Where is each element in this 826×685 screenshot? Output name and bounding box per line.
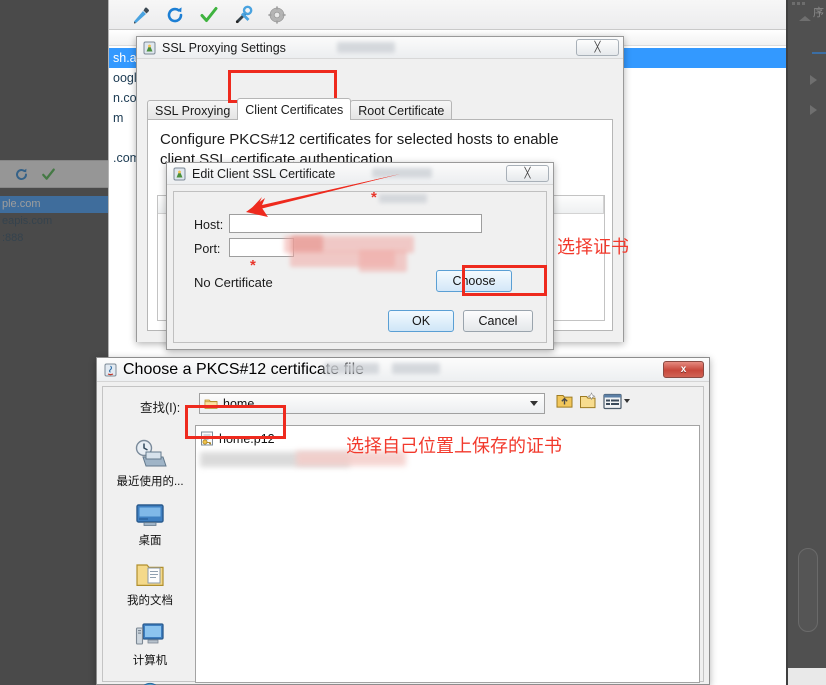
annotation-choose-saved-certificate: 选择自己位置上保存的证书 — [346, 436, 562, 457]
my-documents-icon — [136, 564, 164, 586]
ssl-dialog-title: SSL Proxying Settings — [162, 40, 286, 55]
redacted-title-text — [324, 363, 379, 374]
tab-root-certificate[interactable]: Root Certificate — [350, 100, 453, 120]
left-strip-toolbar — [0, 160, 108, 188]
sidebar-item-my-documents[interactable]: 我的文档 — [110, 562, 190, 608]
sidebar-item-computer[interactable]: 计算机 — [110, 622, 190, 668]
chevron-down-icon[interactable] — [530, 401, 538, 406]
host-field-arrow-annotation — [246, 174, 400, 217]
ssl-tabstrip: SSL Proxying Client Certificates Root Ce… — [147, 98, 453, 120]
recent-items-icon — [135, 439, 167, 467]
tab-ssl-proxying[interactable]: SSL Proxying — [147, 100, 239, 120]
up-one-level-icon[interactable] — [555, 392, 574, 410]
gear-icon[interactable] — [267, 5, 287, 25]
charles-window-icon — [173, 167, 186, 180]
checkmark-icon[interactable] — [199, 5, 219, 25]
expand-arrow-icon[interactable] — [810, 75, 817, 85]
ssl-dialog-titlebar: SSL Proxying Settings ╳ — [137, 37, 623, 59]
new-folder-icon[interactable] — [579, 392, 598, 410]
left-clipped-strip: ple.com eapis.com :888 — [0, 0, 108, 685]
sidebar-item-label: 计算机 — [132, 655, 168, 667]
required-marker-port: * — [250, 257, 256, 274]
screenshot-root: = — [0, 0, 826, 685]
sidebar-item-label: 最近使用的... — [116, 476, 184, 488]
app-toolbar — [109, 0, 789, 30]
refresh-icon — [16, 168, 27, 180]
right-dark-panel: 序 — [788, 0, 826, 685]
expand-arrow-icon[interactable] — [810, 105, 817, 115]
sidebar-item-label: 桌面 — [138, 535, 162, 547]
annotation-choose-certificate: 选择证书 — [557, 237, 629, 258]
right-panel-glyph: 序 — [813, 7, 824, 19]
sidebar-item-recent[interactable]: 最近使用的... — [110, 439, 190, 489]
java-window-icon — [104, 363, 117, 376]
look-in-label: 查找(I): — [140, 401, 181, 415]
broom-icon[interactable] — [131, 5, 151, 25]
choose-button-highlight — [462, 265, 547, 296]
redacted-pink — [359, 250, 407, 272]
list-item: :888 — [2, 232, 24, 244]
sidebar-item-label: 我的文档 — [127, 595, 173, 607]
sidebar-item-desktop[interactable]: 桌面 — [110, 503, 190, 548]
chevron-down-icon[interactable] — [624, 399, 630, 403]
right-panel-bottom-bar — [788, 668, 826, 685]
tools-icon[interactable] — [233, 5, 253, 25]
file-list[interactable]: home.p12 — [195, 425, 700, 683]
scrollbar-thumb[interactable] — [798, 548, 818, 632]
close-icon[interactable]: ╳ — [506, 165, 549, 182]
list-item: ple.com — [0, 196, 108, 213]
computer-icon — [135, 623, 164, 645]
redacted-title-text — [392, 363, 440, 374]
home-p12-highlight — [185, 405, 286, 439]
list-item: eapis.com — [2, 215, 53, 227]
close-icon[interactable]: x — [663, 361, 704, 378]
close-icon[interactable]: ╳ — [576, 39, 619, 56]
file-dialog-toolbar — [555, 392, 630, 410]
refresh-icon[interactable] — [165, 5, 185, 25]
redacted-title-text — [337, 42, 395, 53]
view-mode-icon[interactable] — [603, 393, 622, 410]
charles-window-icon — [143, 41, 156, 54]
desktop-icon — [136, 504, 164, 526]
right-panel-underline — [812, 52, 826, 54]
file-dialog-titlebar: Choose a PKCS#12 certificate file x — [97, 358, 709, 382]
scroll-up-arrow-icon[interactable] — [799, 16, 811, 21]
no-certificate-label: No Certificate — [194, 275, 273, 290]
tab-client-certificates[interactable]: Client Certificates — [237, 98, 352, 120]
left-strip-inner: ple.com eapis.com :888 — [0, 0, 108, 685]
file-dialog-sidebar: 最近使用的... 桌面 我的文档 计算机 — [109, 425, 191, 685]
port-label: Port: — [194, 242, 221, 256]
ok-button[interactable]: OK — [388, 310, 454, 332]
cancel-button[interactable]: Cancel — [463, 310, 533, 332]
left-strip-list: ple.com eapis.com :888 — [0, 196, 108, 247]
checkmark-icon — [42, 168, 55, 180]
